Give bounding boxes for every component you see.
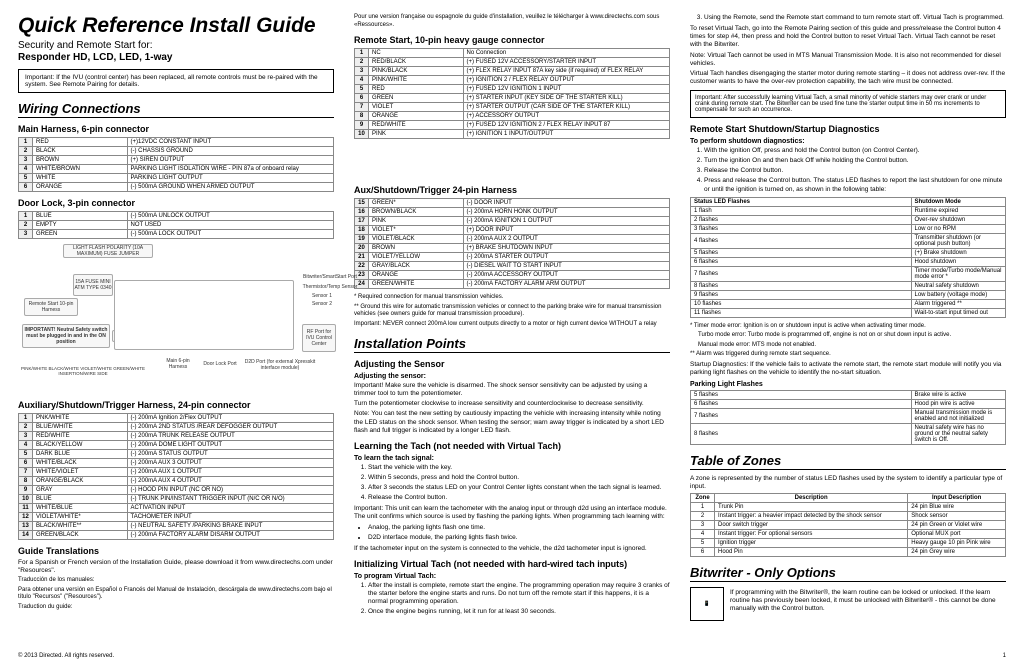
- label-s1: Sensor 1: [302, 292, 342, 300]
- vt-important-box: Important: After successfully learning V…: [690, 90, 1006, 118]
- zones-table: ZoneDescriptionInput Description 1Trunk …: [690, 493, 1006, 557]
- label-side-wires: PINK/WHITE BLACK/WHITE VIOLET/WHITE GREE…: [18, 356, 148, 386]
- label-doorlock: Door Lock Port: [202, 356, 238, 372]
- label-d2d: D2D Port (for external Xpresskit interfa…: [240, 356, 320, 374]
- bitwriter-p1: If programming with the Bitwriter®, the …: [730, 589, 1006, 613]
- tach-steps: Start the vehicle with the key. Within 5…: [368, 464, 670, 503]
- rss-heading: Remote Start Shutdown/Startup Diagnostic…: [690, 124, 1006, 134]
- doc-models: Responder HD, LCD, LED, 1-way: [18, 52, 334, 63]
- startup-diag: Startup Diagnostics: If the vehicle fail…: [690, 361, 1006, 377]
- vt-p2: Virtual Tach handles disengaging the sta…: [690, 70, 1006, 86]
- status-flash-table: Status LED FlashesShutdown Mode 1 flashR…: [690, 197, 1006, 318]
- aux-footnote-dstar: ** Ground this wire for automatic transm…: [354, 304, 670, 319]
- list-item: D2D interface module, the parking lights…: [368, 534, 670, 542]
- aux24-title: Auxiliary/Shutdown/Trigger Harness, 24-p…: [18, 400, 334, 410]
- main6-title: Main Harness, 6-pin connector: [18, 124, 334, 134]
- label-rf-port: RF Port for IVU Control Center: [302, 324, 336, 352]
- guide-trans-p: For a Spanish or French version of the I…: [18, 559, 334, 575]
- list-item: With the ignition Off, press and hold th…: [704, 147, 1006, 155]
- doc-subtitle: Security and Remote Start for:: [18, 40, 334, 51]
- adj-p: Important! Make sure the vehicle is disa…: [354, 382, 670, 398]
- list-item: Press and release the Control button. Th…: [704, 177, 1006, 193]
- vt-reset: To reset Virtual Tach, go into the Remot…: [690, 25, 1006, 49]
- remote10-table: 1NCNo Connection 2RED/BLACK(+) FUSED 12V…: [354, 48, 670, 139]
- list-item: Turn the ignition On and then back Off w…: [704, 157, 1006, 165]
- vt-note: Note: Virtual Tach cannot be used in MTS…: [690, 52, 1006, 68]
- module-wiring-diagram: LIGHT FLASH POLARITY (10A MAXIMUM) FUSE …: [18, 244, 334, 394]
- label-rs10: Remote Start 10-pin Harness: [24, 298, 78, 316]
- list-item: Analog, the parking lights flash one tim…: [368, 524, 670, 532]
- label-s2: Sensor 2: [302, 300, 342, 308]
- guide-trans-heading: Guide Translations: [18, 546, 334, 556]
- rss-b: To perform shutdown diagnostics:: [690, 138, 1006, 145]
- label-fuse: 15A FUSE MINI ATM TYPE 0340: [73, 274, 113, 296]
- page-number: 1: [1003, 653, 1006, 659]
- tach-last: If the tachometer input on the system is…: [354, 545, 670, 553]
- list-item: After 3 seconds the status LED on your C…: [368, 484, 670, 492]
- label-light-jumper: LIGHT FLASH POLARITY (10A MAXIMUM) FUSE …: [63, 244, 153, 258]
- aux24b-title: Aux/Shutdown/Trigger 24-pin Harness: [354, 185, 670, 195]
- ivu-important-box: Important: If the IVU (control center) h…: [18, 69, 334, 93]
- aux24-table: 1PNK/WHITE(-) 200mA Ignition 2/Flex OUTP…: [18, 413, 334, 540]
- rss-steps: With the ignition Off, press and hold th…: [704, 147, 1006, 194]
- vt-b: To program Virtual Tach:: [354, 573, 670, 580]
- remote10-title: Remote Start, 10-pin heavy gauge connect…: [354, 35, 670, 45]
- list-item: Release the Control button.: [704, 167, 1006, 175]
- install-heading: Installation Points: [354, 336, 670, 353]
- label-therm: Thermistor/Temp Sensor: [302, 282, 358, 292]
- tach-heading: Learning the Tach (not needed with Virtu…: [354, 441, 670, 451]
- list-item: After the install is complete, remote st…: [368, 582, 670, 606]
- main6-table: 1RED(+)12VDC CONSTANT INPUT 2BLACK(-) CH…: [18, 137, 334, 192]
- status-note1: * Timer mode error: Ignition is on or sh…: [690, 323, 1006, 331]
- doc-title: Quick Reference Install Guide: [18, 14, 334, 38]
- list-item: Release the Control button.: [368, 494, 670, 502]
- aux-footnote-imp: Important: NEVER connect 200mA low curre…: [354, 321, 670, 329]
- bitwriter-icon: 📱: [690, 587, 724, 621]
- list-item: Within 5 seconds, press and hold the Con…: [368, 474, 670, 482]
- zones-intro: A zone is represented by the number of s…: [690, 475, 1006, 491]
- list-item: Using the Remote, send the Remote start …: [704, 14, 1006, 22]
- label-main6: Main 6-pin Harness: [158, 356, 198, 372]
- door3-table: 1BLUE(-) 500mA UNLOCK OUTPUT 2EMPTYNOT U…: [18, 211, 334, 239]
- aux-footnote-star: * Required connection for manual transmi…: [354, 294, 670, 302]
- status-note1b: Turbo mode error: Turbo mode is programm…: [690, 332, 1006, 340]
- adj-sensor-heading: Adjusting the Sensor: [354, 359, 670, 369]
- guide-trans-p: Traducción de los manuales:: [18, 577, 334, 585]
- adj-sensor-b: Adjusting the sensor:: [354, 373, 670, 380]
- vt-heading: Initializing Virtual Tach (not needed wi…: [354, 559, 670, 569]
- adj-p: Note: You can test the new setting by ca…: [354, 410, 670, 434]
- door3-title: Door Lock, 3-pin connector: [18, 198, 334, 208]
- status-note1c: Manual mode error: MTS mode not enabled.: [690, 342, 1006, 350]
- aux24b-table: 15GREEN*(-) DOOR INPUT 16BROWN/BLACK(-) …: [354, 198, 670, 289]
- plf-table: 5 flashesBrake wire is active 6 flashesH…: [690, 390, 1006, 445]
- guide-trans-p: Para obtener una versión en Español o Fr…: [18, 587, 334, 602]
- guide-trans-p: Pour une version française ou espagnole …: [354, 14, 670, 29]
- copyright: © 2013 Directed. All rights reserved.: [18, 653, 114, 659]
- guide-trans-p: Traduction du guide:: [18, 604, 334, 612]
- bitwriter-heading: Bitwriter - Only Options: [690, 565, 1006, 582]
- zones-heading: Table of Zones: [690, 453, 1006, 470]
- label-ns-warning: IMPORTANT! Neutral Safety switch must be…: [22, 324, 110, 348]
- adj-p: Turn the potentiometer clockwise to incr…: [354, 400, 670, 408]
- list-item: Once the engine begins running, let it r…: [368, 608, 670, 616]
- tach-b: To learn the tach signal:: [354, 455, 670, 462]
- label-bw-port: Bitwriter/SmartStart Port: [302, 272, 358, 282]
- status-note2: ** Alarm was triggered during remote sta…: [690, 351, 1006, 359]
- module-body: [114, 280, 294, 350]
- tach-imp: Important: This unit can learn the tacho…: [354, 505, 670, 521]
- tach-bullets: Analog, the parking lights flash one tim…: [368, 524, 670, 542]
- list-item: Start the vehicle with the key.: [368, 464, 670, 472]
- plf-title: Parking Light Flashes: [690, 381, 1006, 388]
- wiring-heading: Wiring Connections: [18, 101, 334, 118]
